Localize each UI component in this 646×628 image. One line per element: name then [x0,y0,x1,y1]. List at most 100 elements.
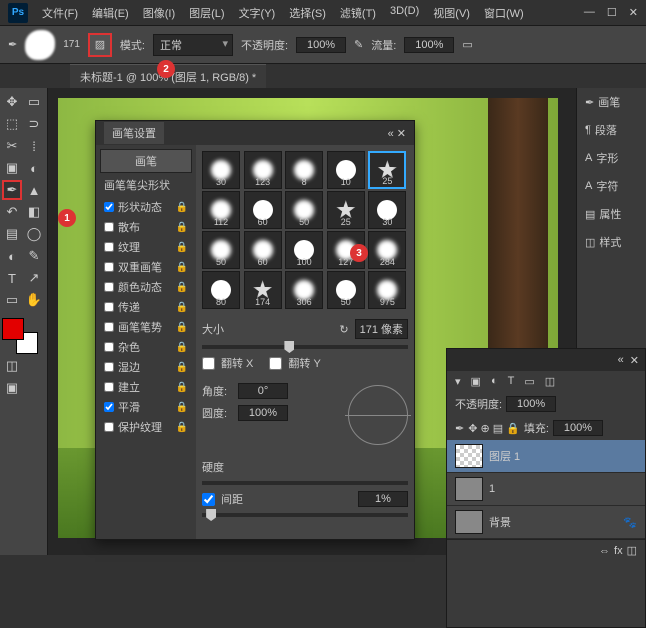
brush-preset[interactable]: 50 [285,191,323,229]
menu-layer[interactable]: 图层(L) [183,1,230,25]
brush-option-9[interactable]: 建立🔒 [100,377,192,397]
panel-glyphs[interactable]: A字形 [577,144,646,172]
lock-icon[interactable]: 🔒 [176,262,188,273]
layers-opacity-value[interactable]: 100% [506,396,556,412]
artboard-tool[interactable]: ▭ [24,92,44,112]
menu-file[interactable]: 文件(F) [36,1,84,25]
marquee-tool[interactable]: ⬚ [2,114,22,134]
brush-option-3[interactable]: 双重画笔🔒 [100,257,192,277]
layer-name[interactable]: 背景 [489,514,511,530]
brush-option-8[interactable]: 湿边🔒 [100,357,192,377]
filter-smart-icon[interactable]: ◫ [545,375,555,388]
angle-roundness-control[interactable] [348,385,408,445]
panel-brush[interactable]: ✒画笔 [577,88,646,116]
brush-preset[interactable]: 174 [244,271,282,309]
panel-character[interactable]: A字符 [577,172,646,200]
option-checkbox[interactable] [104,282,114,292]
brush-option-2[interactable]: 纹理🔒 [100,237,192,257]
gradient-tool[interactable]: ▤ [2,224,22,244]
screen-mode-tool[interactable]: ▣ [2,378,22,398]
lasso-tool[interactable]: ⊃ [24,114,44,134]
panel-paragraph[interactable]: ¶段落 [577,116,646,144]
lock-icon[interactable]: 🔒 [176,362,188,373]
close-icon[interactable]: ✕ [629,6,638,19]
close-panel-icon[interactable]: ✕ [630,354,639,367]
option-checkbox[interactable] [104,222,114,232]
eyedropper-tool[interactable]: ⁞ [24,136,44,156]
tip-shape-row[interactable]: 画笔笔尖形状 [100,175,192,195]
menu-3d[interactable]: 3D(D) [384,1,425,25]
layers-fill-value[interactable]: 100% [553,420,603,436]
size-value[interactable]: 171 像素 [355,319,408,339]
mask-icon[interactable]: ◫ [627,544,637,557]
brush-preset[interactable]: 25 [327,191,365,229]
option-checkbox[interactable] [104,322,114,332]
history-brush-tool[interactable]: ↶ [2,202,22,222]
size-slider[interactable] [202,345,408,349]
panel-styles[interactable]: ◫样式 [577,228,646,256]
filter-type-icon[interactable]: T [508,375,515,388]
layer-name[interactable]: 1 [489,483,495,495]
collapse-icon[interactable]: « [388,128,394,140]
flow-value[interactable]: 100% [404,37,454,53]
menu-text[interactable]: 文字(Y) [233,1,282,25]
brush-preset[interactable]: 50 [327,271,365,309]
spacing-slider[interactable] [202,513,408,517]
blur-tool[interactable]: ◯ [24,224,44,244]
brush-preset[interactable]: 60 [244,231,282,269]
brush-tab-button[interactable]: 画笔 [100,149,192,173]
option-checkbox[interactable] [104,382,114,392]
brush-preview[interactable] [25,30,55,60]
option-checkbox[interactable] [104,262,114,272]
lock-icon[interactable]: 🔒 [176,222,188,233]
menu-image[interactable]: 图像(I) [137,1,181,25]
menu-window[interactable]: 窗口(W) [478,1,530,25]
lock-icon[interactable]: 🔒 [176,322,188,333]
menu-select[interactable]: 选择(S) [283,1,332,25]
spacing-checkbox[interactable] [202,493,215,506]
brush-preset[interactable]: 80 [202,271,240,309]
close-icon[interactable]: ✕ [397,128,406,140]
option-checkbox[interactable] [104,402,114,412]
brush-preset[interactable]: 10 [327,151,365,189]
brush-option-6[interactable]: 画笔笔势🔒 [100,317,192,337]
layer-name[interactable]: 图层 1 [489,448,520,464]
panel-properties[interactable]: ▤属性 [577,200,646,228]
brush-preset[interactable]: 30 [368,191,406,229]
option-checkbox[interactable] [104,342,114,352]
move-tool[interactable]: ✥ [2,92,22,112]
brush-preset[interactable]: 306 [285,271,323,309]
filter-pick-icon[interactable]: ▾ [455,375,461,388]
roundness-value[interactable]: 100% [238,405,288,421]
brush-settings-toggle[interactable]: ▨ [88,33,112,57]
maximize-icon[interactable]: ☐ [607,6,617,19]
minimize-icon[interactable]: — [584,6,595,19]
brush-option-10[interactable]: 平滑🔒 [100,397,192,417]
spacing-value[interactable]: 1% [358,491,408,507]
color-swatches[interactable] [2,318,38,354]
filter-adjust-icon[interactable]: ◐ [491,375,498,388]
layer-row[interactable]: 背景 🐾 [447,506,645,539]
brush-option-5[interactable]: 传递🔒 [100,297,192,317]
brush-preset[interactable]: 123 [244,151,282,189]
brush-preset[interactable]: 284 [368,231,406,269]
lock-icon[interactable]: 🔒 [176,242,188,253]
flip-icon[interactable]: ↻ [339,323,348,336]
brush-preset[interactable]: 50 [202,231,240,269]
option-checkbox[interactable] [104,302,114,312]
brush-option-4[interactable]: 颜色动态🔒 [100,277,192,297]
crop-tool[interactable]: ✂ [2,136,22,156]
blend-mode-select[interactable]: 正常 [153,34,233,56]
dodge-tool[interactable]: ◐ [2,246,22,266]
flipx-checkbox[interactable] [202,357,215,370]
option-checkbox[interactable] [104,422,114,432]
eraser-tool[interactable]: ◧ [24,202,44,222]
stamp-tool[interactable]: ▲ [24,180,44,200]
frame-tool[interactable]: ▣ [2,158,22,178]
brush-tool[interactable]: ✒ [2,180,22,200]
brush-preset[interactable]: 25 [368,151,406,189]
opacity-value[interactable]: 100% [296,37,346,53]
airbrush-icon[interactable]: ▭ [462,38,472,51]
lock-icon[interactable]: 🔒 [176,202,188,213]
type-tool[interactable]: T [2,268,22,288]
